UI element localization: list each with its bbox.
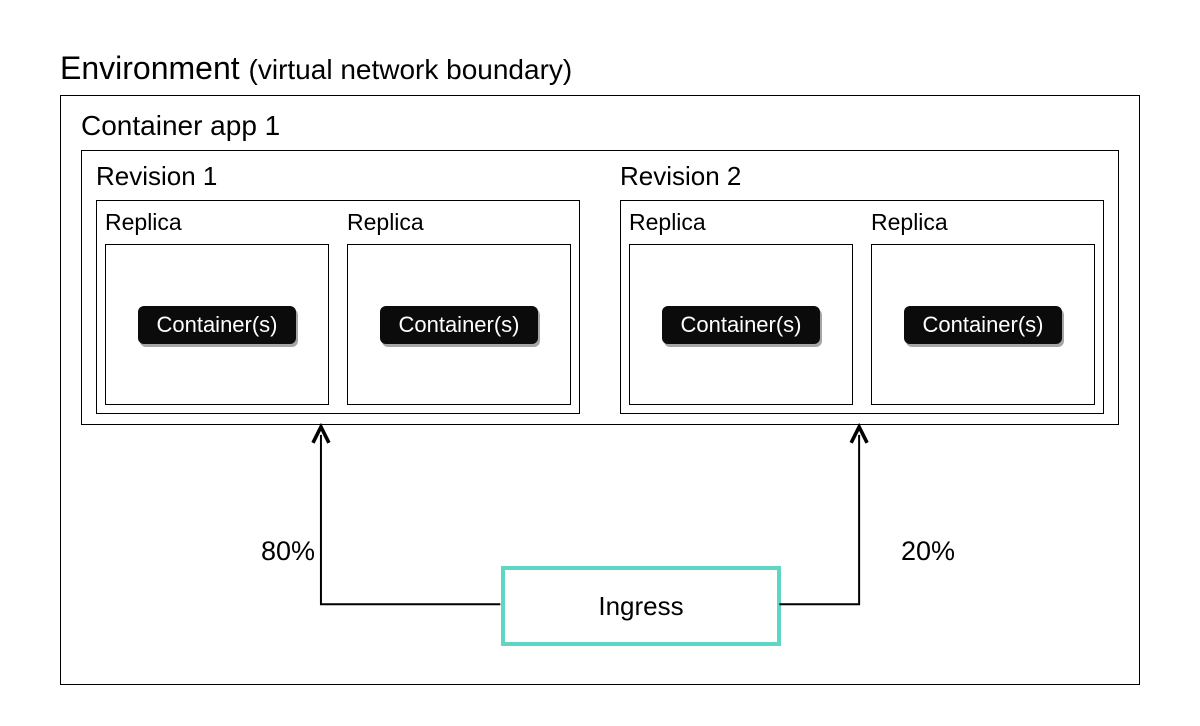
container-badge: Container(s) (904, 306, 1061, 344)
traffic-split-percent-2: 20% (901, 536, 955, 567)
environment-title: Environment (virtual network boundary) (60, 50, 1140, 87)
container-badge: Container(s) (662, 306, 819, 344)
replica: Replica Container(s) (347, 209, 571, 405)
revision-1-title: Revision 1 (96, 161, 580, 192)
replica: Replica Container(s) (105, 209, 329, 405)
replica: Replica Container(s) (629, 209, 853, 405)
environment-box: Container app 1 Revision 1 Replica Conta… (60, 95, 1140, 685)
environment-title-main: Environment (60, 50, 240, 86)
container-app-box: Revision 1 Replica Container(s) Replica … (81, 150, 1119, 425)
revision-2: Revision 2 Replica Container(s) Replica … (620, 161, 1104, 414)
arrow-to-revision-2 (779, 435, 859, 604)
revision-2-box: Replica Container(s) Replica Container(s… (620, 200, 1104, 414)
ingress-label: Ingress (598, 591, 683, 622)
replica-label: Replica (871, 209, 1095, 236)
replica-box: Container(s) (871, 244, 1095, 405)
replica-box: Container(s) (347, 244, 571, 405)
environment-title-sub: (virtual network boundary) (249, 54, 573, 85)
revision-1: Revision 1 Replica Container(s) Replica … (96, 161, 580, 414)
replica-box: Container(s) (629, 244, 853, 405)
diagram-canvas: Environment (virtual network boundary) C… (60, 50, 1140, 685)
container-app-title: Container app 1 (81, 110, 1119, 142)
replica-label: Replica (629, 209, 853, 236)
revision-2-title: Revision 2 (620, 161, 1104, 192)
revision-1-box: Replica Container(s) Replica Container(s… (96, 200, 580, 414)
replica-label: Replica (347, 209, 571, 236)
traffic-split-percent-1: 80% (261, 536, 315, 567)
container-badge: Container(s) (138, 306, 295, 344)
replica-box: Container(s) (105, 244, 329, 405)
replica-label: Replica (105, 209, 329, 236)
ingress-box: Ingress (501, 566, 781, 646)
replica: Replica Container(s) (871, 209, 1095, 405)
container-badge: Container(s) (380, 306, 537, 344)
arrow-to-revision-1 (321, 435, 500, 604)
